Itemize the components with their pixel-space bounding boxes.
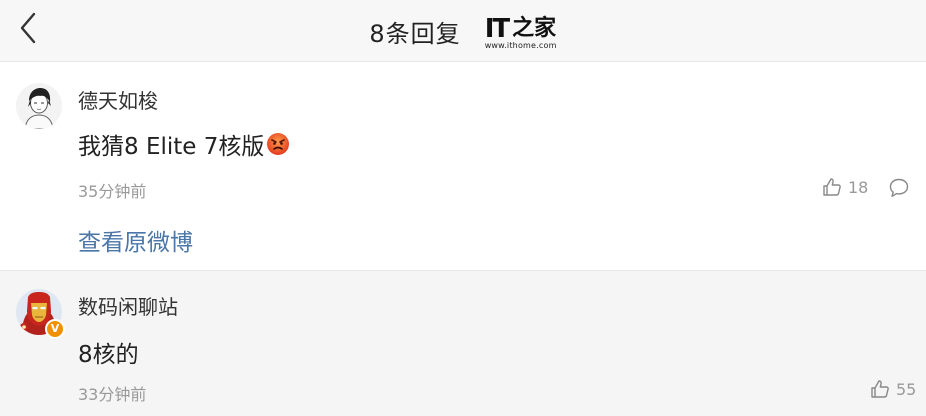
comment-time: 35分钟前: [78, 182, 147, 201]
username[interactable]: 德天如梭: [78, 85, 158, 114]
view-original-weibo-link[interactable]: 查看原微博: [78, 223, 193, 257]
like-button[interactable]: 18: [822, 177, 868, 197]
username[interactable]: 数码闲聊站: [78, 291, 178, 320]
avatar[interactable]: V: [16, 289, 65, 339]
comment-time: 33分钟前: [78, 385, 147, 404]
logo-it-text: IT: [484, 14, 510, 44]
like-count: 55: [896, 379, 917, 399]
logo-cn-text: 之家: [512, 16, 557, 41]
comment-bubble-icon[interactable]: [888, 177, 910, 199]
like-button[interactable]: 55: [870, 379, 916, 399]
avatar[interactable]: [16, 83, 62, 129]
comment-item: V 数码闲聊站 8核的 33分钟前 55: [0, 270, 926, 416]
ithome-logo: IT 之家 www.ithome.com: [485, 16, 557, 50]
comment-item: 德天如梭 我猜8 Elite 7核版 35分钟前 18 查看原微博: [0, 63, 926, 269]
thumbs-up-icon: [823, 178, 841, 196]
comment-text-row: 8核的: [78, 335, 139, 369]
page-title: 8条回复: [369, 19, 461, 48]
angry-face-icon: [267, 133, 290, 155]
top-bar: 8条回复 IT 之家 www.ithome.com: [0, 0, 926, 62]
verified-badge: V: [45, 319, 65, 339]
logo-url: www.ithome.com: [484, 41, 557, 50]
like-count: 18: [848, 177, 869, 197]
title-area: 8条回复 IT 之家 www.ithome.com: [0, 0, 926, 62]
comment-text: 我猜8 Elite 7核版: [78, 134, 265, 160]
user-avatar-icon: [16, 83, 62, 129]
comment-text-row: 我猜8 Elite 7核版: [78, 127, 290, 161]
comment-text: 8核的: [78, 342, 139, 368]
thumbs-up-icon: [871, 380, 889, 398]
